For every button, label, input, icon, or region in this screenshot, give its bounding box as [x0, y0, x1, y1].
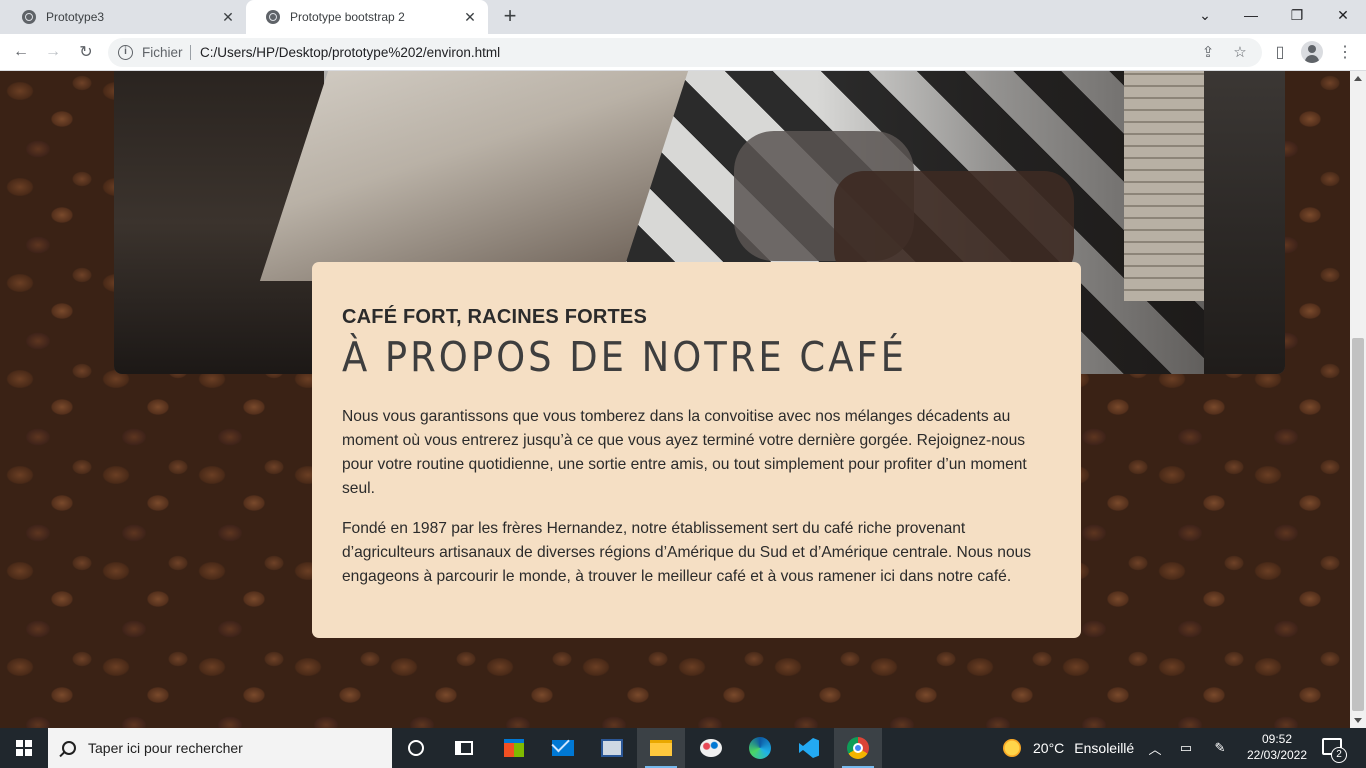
- about-card: CAFÉ FORT, RACINES FORTES À PROPOS DE NO…: [312, 262, 1081, 638]
- profile-icon[interactable]: [1301, 41, 1323, 63]
- battery-icon: ▭: [1179, 740, 1193, 755]
- chevron-down-icon: ⌄: [1199, 6, 1211, 23]
- url-text[interactable]: C:/Users/HP/Desktop/prototype%202/enviro…: [200, 45, 500, 60]
- edge-button[interactable]: [736, 728, 784, 768]
- search-placeholder: Taper ici pour rechercher: [88, 740, 243, 756]
- chrome-button[interactable]: [834, 728, 882, 768]
- notification-count: 2: [1331, 747, 1347, 763]
- forward-arrow-icon: →: [45, 43, 61, 60]
- star-icon[interactable]: ☆: [1230, 43, 1250, 63]
- restore-icon: ❐: [1290, 6, 1304, 23]
- edge-icon: [749, 737, 771, 759]
- clock-date: 22/03/2022: [1246, 748, 1308, 762]
- tab-prototype3[interactable]: Prototype3 ✕: [2, 0, 246, 34]
- cortana-icon: [408, 740, 424, 756]
- photo-right-shadow: [1204, 71, 1285, 374]
- task-view-icon: [455, 741, 473, 755]
- about-subheading: CAFÉ FORT, RACINES FORTES: [342, 306, 648, 328]
- tab-close-icon[interactable]: ✕: [462, 9, 478, 25]
- vscode-icon: [799, 738, 819, 758]
- clock-time: 09:52: [1261, 732, 1293, 746]
- page-scrollbar[interactable]: [1350, 71, 1366, 728]
- vscode-button[interactable]: [785, 728, 833, 768]
- minimize-icon: —: [1244, 7, 1258, 23]
- windows-logo-icon: [16, 740, 32, 756]
- pen-icon: ✎: [1214, 740, 1226, 755]
- paint-button[interactable]: [687, 728, 735, 768]
- reload-icon: ↻: [79, 44, 93, 61]
- side-panel-icon: ▯: [1275, 44, 1285, 61]
- globe-icon: [266, 10, 280, 24]
- side-panel-button[interactable]: ▯: [1268, 40, 1292, 64]
- tab-title: Prototype bootstrap 2: [290, 10, 405, 24]
- tab-close-icon[interactable]: ✕: [220, 9, 236, 25]
- show-hidden-icons-button[interactable]: ︿: [1144, 728, 1166, 768]
- menu-button[interactable]: ⋮: [1333, 40, 1357, 64]
- chevron-up-icon: ︿: [1148, 741, 1162, 757]
- restore-button[interactable]: ❐: [1274, 0, 1320, 30]
- tab-title: Prototype3: [46, 10, 105, 24]
- weather-temperature: 20°C: [1033, 740, 1065, 756]
- kebab-menu-icon: ⋮: [1337, 44, 1353, 61]
- search-icon: [62, 741, 76, 755]
- chrome-icon: [847, 737, 869, 759]
- sun-icon: [1003, 739, 1021, 757]
- scroll-down-icon[interactable]: [1354, 718, 1362, 723]
- weather-condition: Ensoleillé: [1074, 740, 1135, 756]
- taskbar-clock[interactable]: 09:52 22/03/2022: [1240, 731, 1314, 763]
- reload-button[interactable]: ↻: [74, 40, 98, 64]
- file-explorer-button[interactable]: [637, 728, 685, 768]
- pen-button[interactable]: ✎: [1208, 728, 1232, 768]
- taskbar: Taper ici pour rechercher 20°C Ensoleill…: [0, 728, 1366, 768]
- about-paragraph-1: Nous vous garantissons que vous tomberez…: [342, 408, 1027, 497]
- taskbar-search[interactable]: Taper ici pour rechercher: [48, 728, 392, 768]
- tab-search-button[interactable]: ⌄: [1182, 0, 1228, 30]
- about-heading: À PROPOS DE NOTRE CAFÉ: [342, 333, 907, 381]
- forward-button[interactable]: →: [41, 40, 65, 64]
- remote-desktop-icon: [601, 739, 623, 757]
- back-button[interactable]: ←: [9, 40, 33, 64]
- close-icon: ✕: [1337, 6, 1349, 23]
- remote-desktop-button[interactable]: [588, 728, 636, 768]
- file-explorer-icon: [650, 740, 672, 756]
- photo-brick-column: [1124, 71, 1214, 301]
- address-divider: [190, 45, 191, 60]
- cortana-button[interactable]: [392, 728, 440, 768]
- new-tab-button[interactable]: +: [498, 5, 522, 29]
- photo-bar-counter: [259, 71, 689, 281]
- start-button[interactable]: [0, 728, 48, 768]
- info-icon[interactable]: i: [118, 45, 133, 60]
- close-window-button[interactable]: ✕: [1320, 0, 1366, 30]
- share-icon[interactable]: ⇪: [1198, 43, 1218, 63]
- store-icon: [504, 739, 524, 757]
- tab-strip: Prototype3 ✕ Prototype bootstrap 2 ✕ + ⌄…: [0, 0, 1366, 34]
- battery-button[interactable]: ▭: [1174, 728, 1198, 768]
- task-view-button[interactable]: [440, 728, 488, 768]
- page-viewport: CAFÉ FORT, RACINES FORTES À PROPOS DE NO…: [0, 71, 1350, 728]
- back-arrow-icon: ←: [13, 43, 29, 60]
- globe-icon: [22, 10, 36, 24]
- weather-widget[interactable]: 20°C Ensoleillé: [1003, 728, 1134, 768]
- scheme-label: Fichier: [142, 45, 183, 60]
- mail-icon: [552, 740, 574, 756]
- paint-icon: [700, 739, 722, 757]
- minimize-button[interactable]: —: [1228, 0, 1274, 30]
- tab-prototype-bootstrap-2[interactable]: Prototype bootstrap 2 ✕: [246, 0, 488, 34]
- scrollbar-thumb[interactable]: [1352, 338, 1364, 711]
- mail-button[interactable]: [539, 728, 587, 768]
- store-button[interactable]: [490, 728, 538, 768]
- scroll-up-icon[interactable]: [1354, 76, 1362, 81]
- browser-toolbar: ← → ↻ i Fichier C:/Users/HP/Desktop/prot…: [0, 34, 1366, 71]
- address-bar[interactable]: i Fichier C:/Users/HP/Desktop/prototype%…: [108, 38, 1262, 67]
- about-paragraph-2: Fondé en 1987 par les frères Hernandez, …: [342, 520, 1032, 585]
